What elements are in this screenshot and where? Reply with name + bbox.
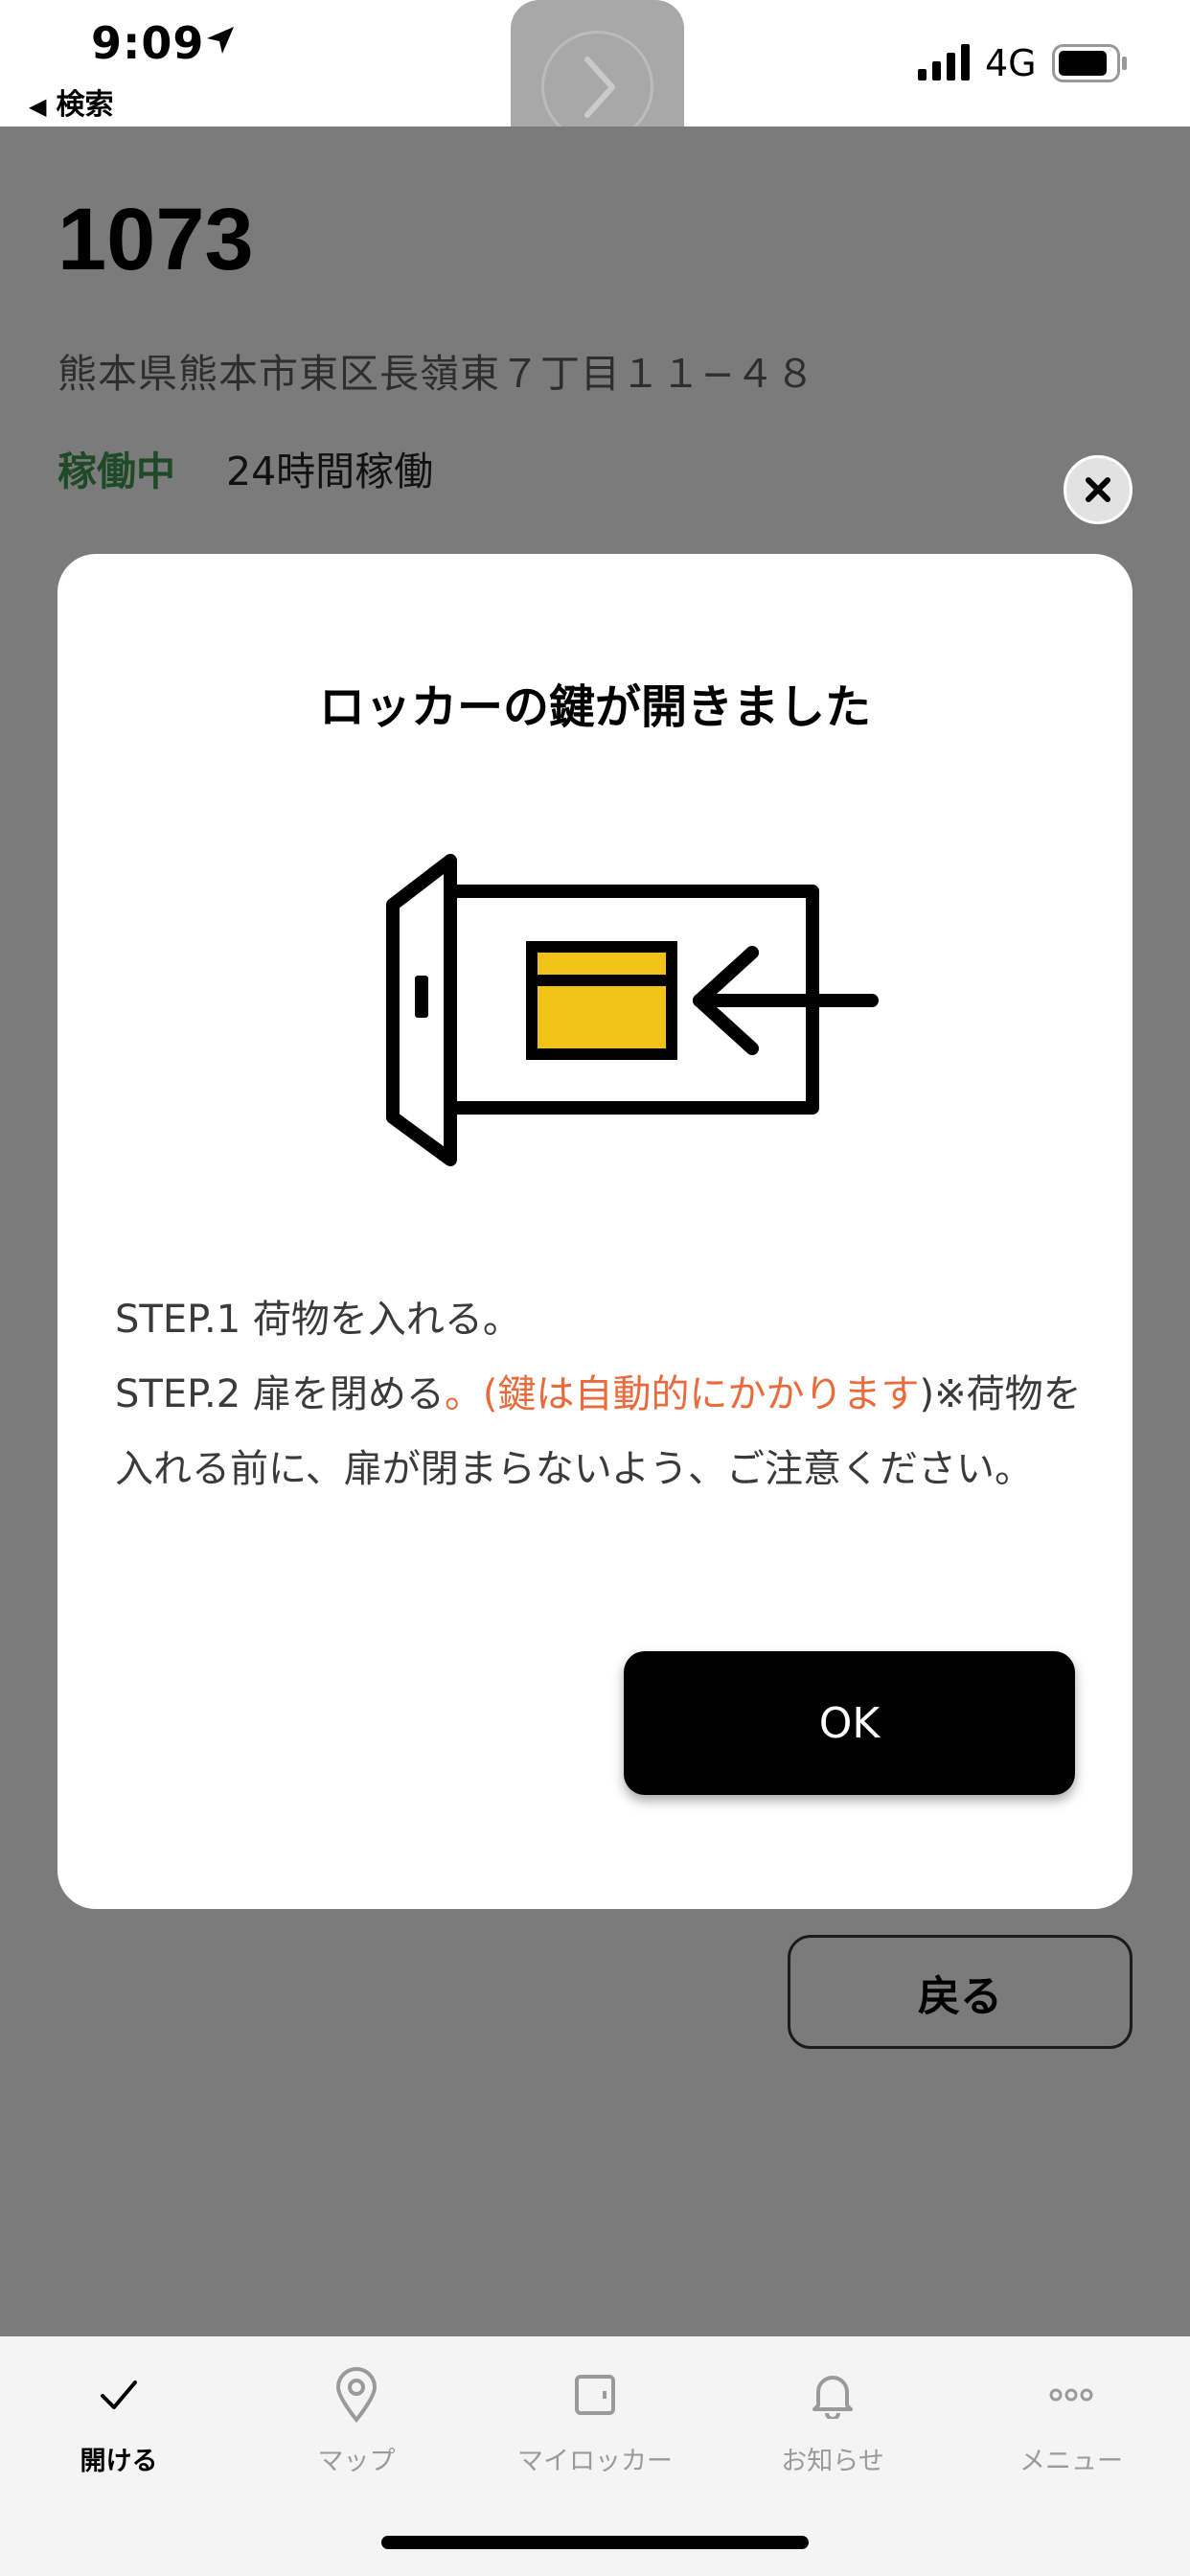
- step2-prefix: STEP.2 扉を閉める: [115, 1372, 445, 1416]
- locker-deposit-illustration: [386, 854, 879, 1166]
- tab-my-locker[interactable]: マイロッカー: [476, 2363, 714, 2477]
- tab-menu[interactable]: メニュー: [952, 2363, 1190, 2477]
- tab-label: マイロッカー: [517, 2447, 673, 2476]
- auto-lock-warning: 。(鍵は自動的にかかります: [444, 1372, 920, 1416]
- more-icon: [1049, 2388, 1093, 2402]
- chevron-right-icon: [584, 57, 615, 118]
- dialog-instructions: STEP.1 荷物を入れる。 STEP.2 扉を閉める。(鍵は自動的にかかります…: [115, 1282, 1083, 1506]
- dialog-title: ロッカーの鍵が開きました: [318, 680, 871, 734]
- ok-button[interactable]: OK: [624, 1651, 1075, 1795]
- tab-open[interactable]: 開ける: [0, 2363, 238, 2477]
- back-to-app-link[interactable]: ◀ 検索: [29, 80, 113, 123]
- locker-address: 熊本県熊本市東区長嶺東７丁目１１−４８: [57, 351, 816, 397]
- bell-icon: [812, 2376, 853, 2419]
- tab-map[interactable]: マップ: [238, 2363, 475, 2477]
- operation-status: 稼働中: [57, 448, 175, 494]
- close-button[interactable]: [1064, 455, 1133, 524]
- home-indicator: [381, 2536, 809, 2549]
- unlock-dialog: ロッカーの鍵が開きました STEP.1 荷物を入れる。 STEP.2 扉を閉める…: [57, 554, 1133, 1909]
- check-icon: [101, 2380, 137, 2409]
- back-button[interactable]: 戻る: [788, 1935, 1133, 2049]
- locker-id: 1073: [57, 191, 254, 288]
- tab-notifications[interactable]: お知らせ: [714, 2363, 951, 2477]
- location-arrow-icon: [207, 27, 234, 54]
- network-type: 4G: [985, 42, 1037, 84]
- close-icon: [1086, 477, 1110, 502]
- door-icon: [575, 2375, 615, 2415]
- step1-text: STEP.1 荷物を入れる。: [115, 1298, 521, 1342]
- tab-label: 開ける: [80, 2447, 158, 2476]
- status-time: 9:09: [91, 17, 205, 69]
- tab-label: メニュー: [1019, 2447, 1123, 2476]
- step2-text: STEP.2 扉を閉める。(鍵は自動的にかかります)※荷物を入れる前に、扉が閉ま…: [115, 1357, 1083, 1506]
- back-triangle-icon: ◀: [29, 93, 47, 120]
- tab-label: マップ: [317, 2447, 396, 2476]
- back-app-label: 検索: [56, 88, 114, 122]
- operation-hours: 24時間稼働: [226, 448, 434, 494]
- tab-label: お知らせ: [781, 2447, 884, 2476]
- signal-icon: [918, 44, 970, 80]
- battery-icon: [1052, 44, 1127, 82]
- map-pin-icon: [335, 2367, 378, 2423]
